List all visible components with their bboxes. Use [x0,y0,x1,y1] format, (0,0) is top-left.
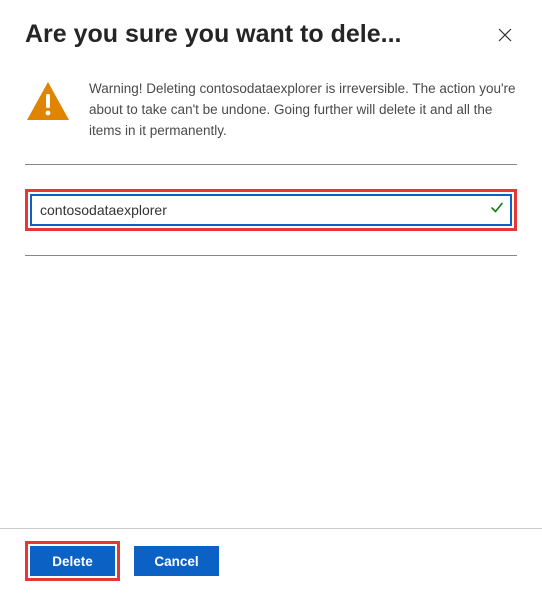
close-button[interactable] [493,23,517,47]
footer: Delete Cancel [0,528,542,599]
page-title: Are you sure you want to dele... [25,20,483,49]
delete-confirmation-panel: Are you sure you want to dele... Warning… [0,0,542,599]
header: Are you sure you want to dele... [25,20,517,49]
warning-block: Warning! Deleting contosodataexplorer is… [25,79,517,165]
confirm-input-highlight [25,189,517,231]
warning-icon [25,79,71,125]
cancel-button[interactable]: Cancel [134,546,219,576]
delete-button-highlight: Delete [25,541,120,581]
confirm-name-input[interactable] [32,196,510,224]
warning-text: Warning! Deleting contosodataexplorer is… [89,79,517,142]
delete-button[interactable]: Delete [30,546,115,576]
divider [25,255,517,256]
confirm-input-wrapper [30,194,512,226]
check-icon [490,200,504,219]
close-icon [497,27,513,43]
